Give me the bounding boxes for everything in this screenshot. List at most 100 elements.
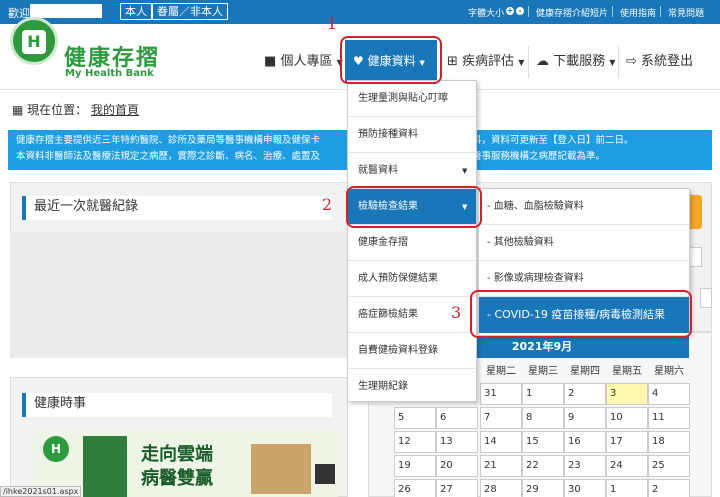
grid-icon: ▦ — [12, 103, 24, 117]
top-bar: 歡迎 F1 本人 眷屬／非本人 字體大小 + - 健康存摺介紹短片 使用指南 常… — [0, 0, 720, 24]
presenter-photo — [251, 444, 311, 494]
menu-item-period-record[interactable]: 生理期紀錄 — [348, 369, 476, 405]
intro-video-link[interactable]: 健康存摺介紹短片 — [536, 6, 608, 19]
menu-item-adult-preventive[interactable]: 成人預防保健結果 — [348, 261, 476, 297]
qr-code — [315, 464, 335, 484]
faq-link[interactable]: 常見問題 — [668, 6, 704, 19]
annotation-number-1: 1 — [327, 14, 338, 33]
menu-item-medical-visits[interactable]: 就醫資料 ▼ — [348, 153, 476, 189]
calendar-day[interactable]: 12 — [394, 431, 436, 453]
calendar-weekday: 星期二 — [486, 366, 516, 377]
breadcrumb-label: 現在位置： — [27, 103, 88, 117]
calendar-day[interactable]: 28 — [480, 479, 522, 497]
submenu-item-other-tests[interactable]: - 其他檢驗資料 — [479, 225, 689, 261]
calendar-day[interactable]: 29 — [522, 479, 564, 497]
nav-logout-label: 系統登出 — [641, 54, 694, 69]
calendar-day[interactable]: 31 — [480, 383, 522, 405]
divider — [528, 6, 529, 17]
calendar-day[interactable]: 17 — [606, 431, 648, 453]
calendar-day[interactable]: 2 — [648, 479, 690, 497]
calendar-day[interactable]: 7 — [480, 407, 522, 429]
annotation-box-1 — [340, 36, 442, 84]
nav-personal[interactable]: ■ 個人專區 ▼ — [264, 52, 343, 72]
info-line-1-left: 健康存摺主要提供近三年特約醫院、診所及藥局等醫事機構申報及健保卡 — [16, 135, 321, 146]
booklet-image — [83, 436, 127, 497]
breadcrumb: ▦ 現在位置： 我的首頁 — [12, 101, 139, 118]
health-data-dropdown: 生理量測與貼心叮嚀 預防接種資料 就醫資料 ▼ 檢驗檢查結果 ▼ 健康金存摺 成… — [347, 80, 477, 402]
font-decrease-icon[interactable]: - — [516, 7, 524, 15]
logo-mark: H — [22, 30, 46, 54]
caret-down-icon: ▼ — [462, 167, 468, 175]
calendar-day[interactable]: 8 — [522, 407, 564, 429]
calendar-day[interactable]: 14 — [480, 431, 522, 453]
calendar-day[interactable]: 1 — [522, 383, 564, 405]
info-line-1-right: 醫資料，資料可更新至【登入日】前二日。 — [453, 135, 634, 146]
masked-id — [30, 4, 102, 18]
menu-item-self-paid-checkup[interactable]: 自費健檢資料登錄 — [348, 333, 476, 369]
nav-disease-eval[interactable]: ⊞ 疾病評估 ▼ — [447, 52, 524, 72]
annotation-number-3: 3 — [451, 303, 462, 322]
calendar-day[interactable]: 19 — [394, 455, 436, 477]
calendar-day[interactable]: 26 — [394, 479, 436, 497]
divider — [612, 6, 613, 17]
logo-icon: H — [43, 436, 69, 462]
calendar-day[interactable]: 2 — [564, 383, 606, 405]
nav-download-label: 下載服務 — [553, 54, 606, 69]
banner-headline-2: 病醫雙贏 — [141, 468, 213, 489]
calendar-day[interactable]: 20 — [436, 455, 478, 477]
calendar-day[interactable]: 18 — [648, 431, 690, 453]
nav-disease-eval-label: 疾病評估 — [462, 54, 515, 69]
family-button[interactable]: 眷屬／非本人 — [152, 3, 228, 20]
calendar-day[interactable]: 21 — [480, 455, 522, 477]
logo-subtitle: My Health Bank — [65, 68, 154, 79]
calendar-day[interactable]: 24 — [606, 455, 648, 477]
cloud-download-icon: ☁ — [536, 54, 549, 69]
annotation-number-2: 2 — [322, 195, 333, 214]
logout-icon: ⇨ — [626, 54, 637, 69]
user-guide-link[interactable]: 使用指南 — [620, 6, 656, 19]
calendar-day[interactable]: 30 — [564, 479, 606, 497]
calendar-day[interactable]: 6 — [436, 407, 478, 429]
menu-item-vaccination[interactable]: 預防接種資料 — [348, 117, 476, 153]
calendar-day[interactable]: 13 — [436, 431, 478, 453]
font-size-label: 字體大小 — [468, 9, 505, 19]
panel-input[interactable] — [700, 288, 712, 308]
calendar-day[interactable]: 27 — [436, 479, 478, 497]
calendar-day[interactable]: 9 — [564, 407, 606, 429]
calendar-day[interactable]: 15 — [522, 431, 564, 453]
plus-square-icon: ⊞ — [447, 54, 458, 69]
caret-down-icon: ▼ — [518, 58, 525, 67]
calendar-day[interactable]: 3 — [606, 383, 648, 405]
self-button[interactable]: 本人 — [120, 3, 152, 20]
divider — [618, 46, 619, 78]
annotation-box-3 — [470, 290, 692, 338]
calendar-day[interactable]: 1 — [606, 479, 648, 497]
font-increase-icon[interactable]: + — [506, 7, 514, 15]
banner-headline-1: 走向雲端 — [141, 444, 213, 465]
annotation-box-2 — [346, 186, 482, 228]
menu-item-health-savings[interactable]: 健康金存摺 — [348, 225, 476, 261]
calendar-day[interactable]: 25 — [648, 455, 690, 477]
nav-personal-label: 個人專區 — [280, 54, 333, 69]
recent-visit-title: 最近一次就醫紀錄 — [22, 196, 332, 220]
calendar-day[interactable]: 4 — [648, 383, 690, 405]
info-line-2-left: 本資料非醫師法及醫療法規定之病歷，實際之診斷、病名、治療、處置及 — [16, 151, 321, 162]
calendar-day[interactable]: 10 — [606, 407, 648, 429]
submenu-item-blood-sugar-lipid[interactable]: - 血糖、血脂檢驗資料 — [479, 189, 689, 225]
recent-visit-body — [10, 232, 348, 358]
calendar-day[interactable]: 16 — [564, 431, 606, 453]
status-bar-url: /ihke2021s01.aspx — [0, 486, 82, 497]
nav-download[interactable]: ☁ 下載服務 ▼ — [536, 52, 615, 72]
calendar-weekday: 星期三 — [528, 366, 558, 377]
caret-down-icon: ▼ — [609, 58, 616, 67]
calendar-day[interactable]: 23 — [564, 455, 606, 477]
calendar-day[interactable]: 22 — [522, 455, 564, 477]
user-icon: ■ — [264, 54, 277, 69]
menu-item-medical-visits-label: 就醫資料 — [358, 165, 398, 176]
calendar-weekday: 星期四 — [570, 366, 600, 377]
breadcrumb-home-link[interactable]: 我的首頁 — [91, 103, 139, 117]
calendar-day[interactable]: 5 — [394, 407, 436, 429]
menu-item-measurement[interactable]: 生理量測與貼心叮嚀 — [348, 81, 476, 117]
calendar-day[interactable]: 11 — [648, 407, 690, 429]
nav-logout[interactable]: ⇨ 系統登出 — [626, 52, 693, 72]
